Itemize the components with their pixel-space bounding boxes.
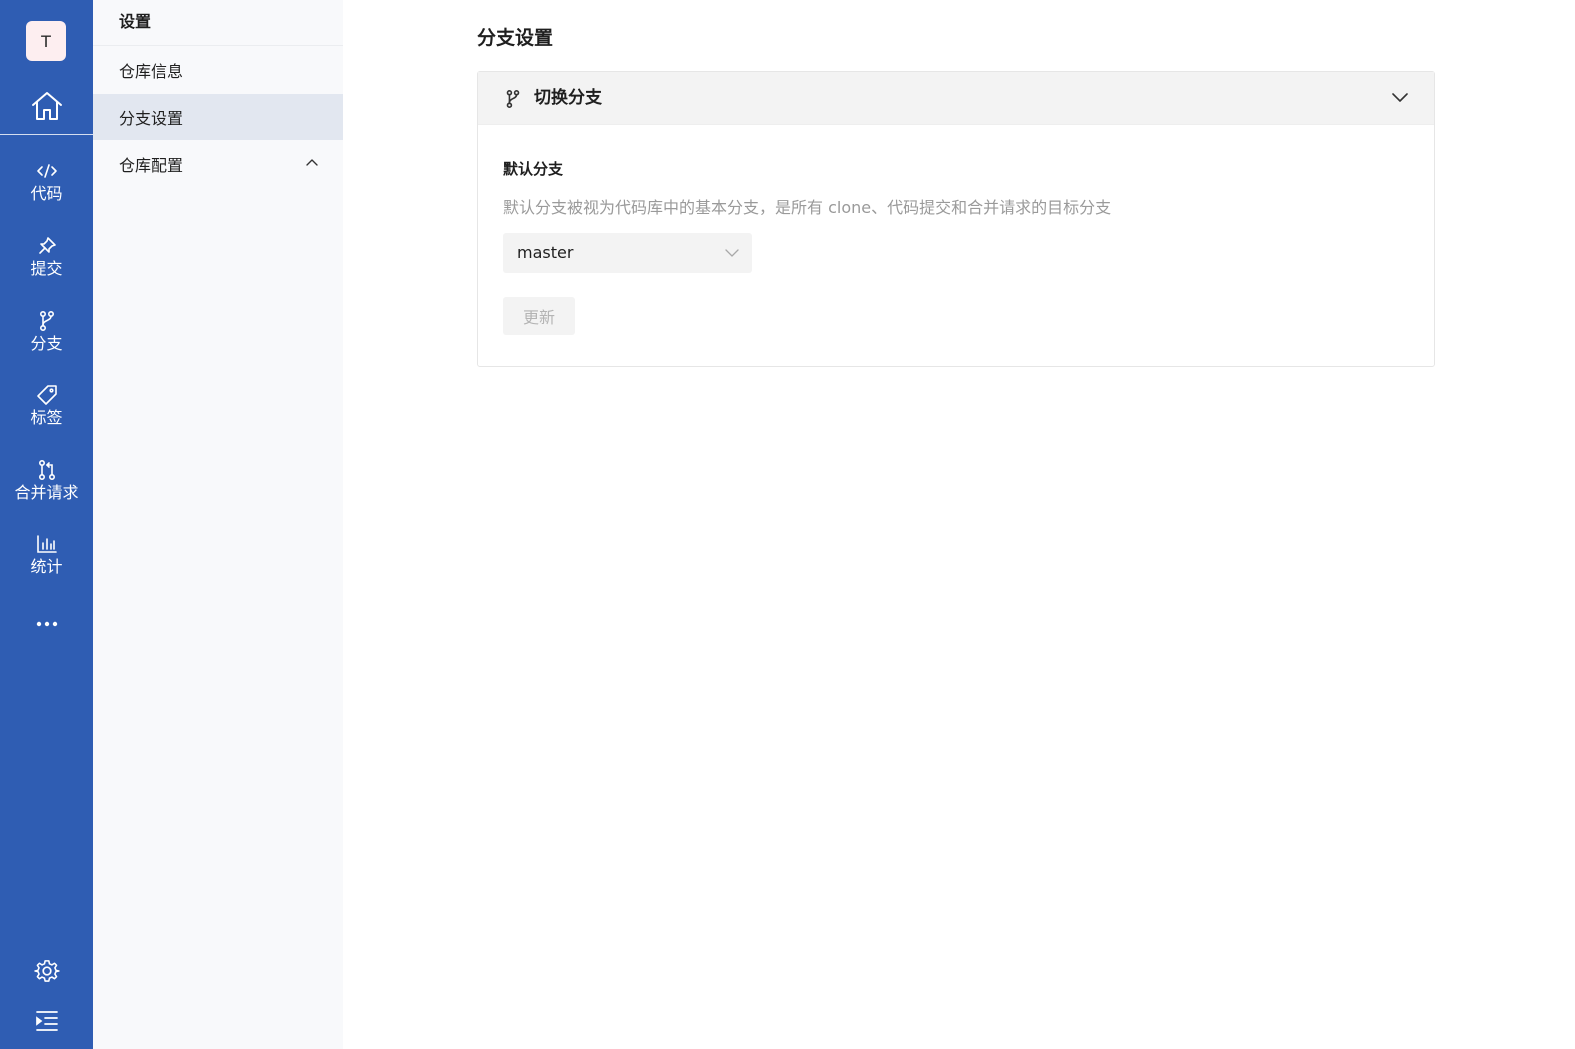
primary-nav-rail: T 代码 提交 分支 标签 合并请求 统计: [0, 0, 93, 1049]
rail-item-tags[interactable]: 标签: [0, 384, 93, 444]
collapse-menu-icon[interactable]: [34, 1008, 60, 1034]
panel-header[interactable]: 切换分支: [478, 72, 1434, 125]
default-branch-label: 默认分支: [503, 160, 564, 178]
sidebar-item-label: 仓库配置: [119, 156, 184, 175]
merge-request-icon: [36, 459, 58, 481]
rail-item-code[interactable]: 代码: [0, 160, 93, 220]
tag-icon: [36, 384, 58, 406]
chevron-down-icon: [725, 246, 739, 260]
pin-icon: [36, 235, 58, 257]
switch-branch-panel: 切换分支 默认分支 默认分支被视为代码库中的基本分支，是所有 clone、代码提…: [477, 71, 1435, 367]
rail-item-branches[interactable]: 分支: [0, 310, 93, 370]
rail-item-label: 代码: [30, 184, 63, 203]
chevron-down-icon[interactable]: [1390, 88, 1410, 108]
avatar[interactable]: T: [26, 21, 66, 61]
default-branch-select[interactable]: master: [503, 233, 752, 273]
sidebar-divider: [93, 45, 343, 46]
rail-item-label: 统计: [30, 557, 63, 576]
branch-icon: [503, 89, 523, 109]
more-icon[interactable]: [34, 614, 60, 634]
rail-item-label: 分支: [30, 334, 63, 353]
page-title: 分支设置: [477, 27, 554, 49]
branch-icon: [36, 310, 58, 332]
rail-item-merge-requests[interactable]: 合并请求: [0, 459, 93, 519]
settings-sidebar: 设置 仓库信息 分支设置 仓库配置: [93, 0, 343, 1049]
chevron-up-icon: [305, 155, 319, 169]
rail-item-label: 提交: [30, 259, 63, 278]
code-icon: [36, 160, 58, 182]
sidebar-title: 设置: [119, 12, 152, 31]
rail-item-label: 合并请求: [14, 483, 79, 502]
sidebar-item-repo-config[interactable]: 仓库配置: [93, 141, 343, 187]
rail-item-statistics[interactable]: 统计: [0, 533, 93, 593]
panel-title: 切换分支: [534, 88, 602, 108]
sidebar-item-label: 分支设置: [119, 109, 184, 128]
home-icon[interactable]: [30, 89, 64, 123]
update-button[interactable]: 更新: [503, 297, 575, 335]
sidebar-item-branch-settings[interactable]: 分支设置: [93, 94, 343, 140]
rail-divider: [0, 134, 93, 135]
bar-chart-icon: [36, 533, 58, 555]
sidebar-item-label: 仓库信息: [119, 62, 184, 81]
gear-icon[interactable]: [34, 958, 60, 984]
default-branch-description: 默认分支被视为代码库中的基本分支，是所有 clone、代码提交和合并请求的目标分…: [503, 198, 1112, 217]
select-value: master: [517, 243, 574, 262]
rail-item-commits[interactable]: 提交: [0, 235, 93, 295]
sidebar-item-repo-info[interactable]: 仓库信息: [93, 47, 343, 93]
rail-item-label: 标签: [30, 408, 63, 427]
